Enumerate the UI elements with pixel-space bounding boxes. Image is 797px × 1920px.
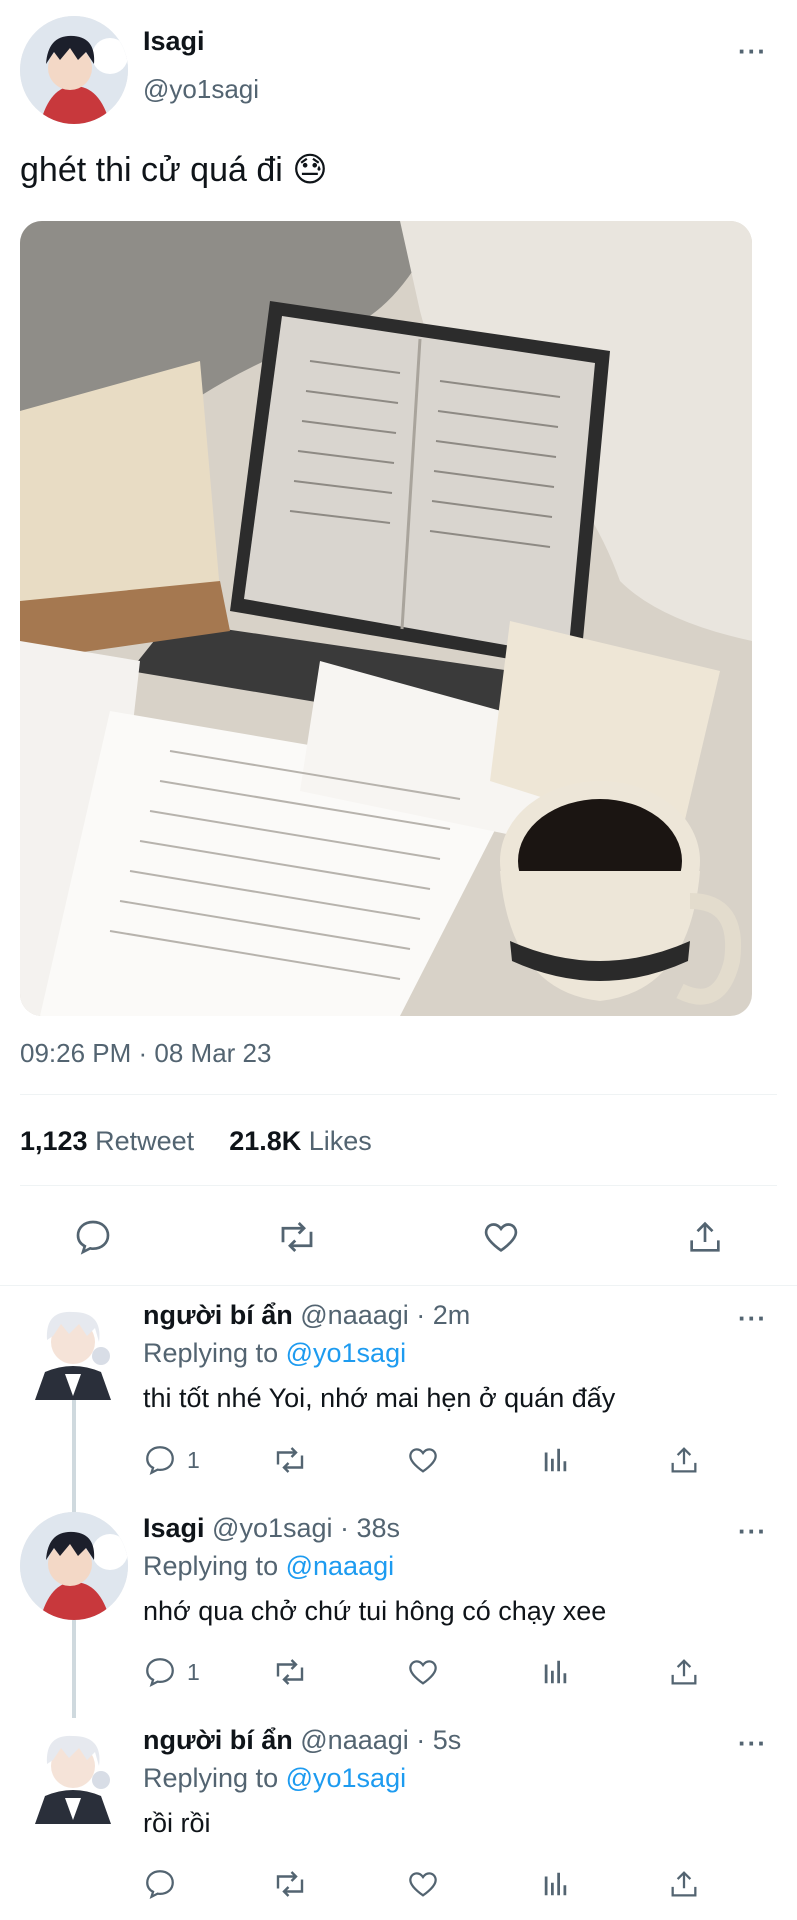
reply-handle-time[interactable]: @yo1sagi · 38s — [212, 1513, 400, 1543]
like-icon[interactable] — [403, 1864, 443, 1904]
divider — [0, 1285, 797, 1286]
more-icon[interactable]: ··· — [738, 38, 767, 64]
replying-label: Replying to — [143, 1338, 279, 1368]
tweet-timestamp[interactable]: 09:26 PM · 08 Mar 23 — [20, 1038, 271, 1069]
like-icon[interactable] — [403, 1440, 443, 1480]
reply-icon[interactable]: 1 — [143, 1652, 200, 1692]
reply-text: thi tốt nhé Yoi, nhớ mai hẹn ở quán đấy — [143, 1383, 616, 1413]
reply-icon[interactable]: 1 — [143, 1440, 200, 1480]
replying-to-handle[interactable]: @naaagi — [286, 1551, 395, 1581]
author-name[interactable]: Isagi — [143, 26, 205, 57]
replying-to-handle[interactable]: @yo1sagi — [286, 1763, 406, 1793]
reply-icon[interactable] — [143, 1864, 187, 1904]
reply-header: Isagi @yo1sagi · 38s — [143, 1513, 400, 1544]
retweets-label[interactable]: Retweet — [95, 1126, 194, 1156]
replying-label: Replying to — [143, 1763, 279, 1793]
divider — [20, 1185, 777, 1186]
divider — [20, 1094, 777, 1095]
reply-count: 1 — [187, 1658, 200, 1685]
more-icon[interactable]: ··· — [738, 1305, 767, 1331]
retweet-icon[interactable] — [270, 1440, 310, 1480]
like-icon[interactable] — [476, 1212, 526, 1262]
retweet-icon[interactable] — [270, 1864, 310, 1904]
replying-label: Replying to — [143, 1551, 279, 1581]
reply-avatar[interactable] — [25, 1724, 121, 1824]
replying-to: Replying to @yo1sagi — [143, 1763, 406, 1794]
analytics-icon[interactable] — [536, 1652, 576, 1692]
reply-header: người bí ẩn @naaagi · 2m — [143, 1300, 470, 1331]
share-icon[interactable] — [664, 1440, 704, 1480]
reply-avatar[interactable] — [25, 1300, 121, 1400]
retweet-icon[interactable] — [270, 1652, 310, 1692]
more-icon[interactable]: ··· — [738, 1518, 767, 1544]
tweet-stats: 1,123 Retweet 21.8K Likes — [20, 1126, 372, 1157]
author-handle[interactable]: @yo1sagi — [143, 74, 259, 105]
reply-count: 1 — [187, 1446, 200, 1473]
tweet-image[interactable] — [20, 221, 752, 1016]
reply-text: nhớ qua chở chứ tui hông có chạy xee — [143, 1596, 607, 1626]
reply-handle-time[interactable]: @naaagi · 5s — [300, 1725, 461, 1755]
replying-to: Replying to @yo1sagi — [143, 1338, 406, 1369]
reply-handle-time[interactable]: @naaagi · 2m — [300, 1300, 470, 1330]
like-icon[interactable] — [403, 1652, 443, 1692]
author-avatar[interactable] — [20, 16, 128, 124]
retweets-count[interactable]: 1,123 — [20, 1126, 88, 1156]
replying-to-handle[interactable]: @yo1sagi — [286, 1338, 406, 1368]
reply-avatar[interactable] — [20, 1512, 128, 1620]
replying-to: Replying to @naaagi — [143, 1551, 394, 1582]
reply-header: người bí ẩn @naaagi · 5s — [143, 1725, 461, 1756]
reply-text: rồi rồi — [143, 1808, 211, 1838]
reply-author-name[interactable]: người bí ẩn — [143, 1300, 293, 1330]
share-icon[interactable] — [664, 1864, 704, 1904]
tweet-text: ghét thi cử quá đi 😓 — [20, 151, 328, 189]
share-icon[interactable] — [680, 1212, 730, 1262]
share-icon[interactable] — [664, 1652, 704, 1692]
likes-label[interactable]: Likes — [309, 1126, 372, 1156]
analytics-icon[interactable] — [536, 1440, 576, 1480]
analytics-icon[interactable] — [536, 1864, 576, 1904]
reply-icon[interactable] — [68, 1212, 118, 1262]
reply-author-name[interactable]: Isagi — [143, 1513, 205, 1543]
more-icon[interactable]: ··· — [738, 1730, 767, 1756]
likes-count[interactable]: 21.8K — [229, 1126, 301, 1156]
reply-author-name[interactable]: người bí ẩn — [143, 1725, 293, 1755]
retweet-icon[interactable] — [272, 1212, 322, 1262]
